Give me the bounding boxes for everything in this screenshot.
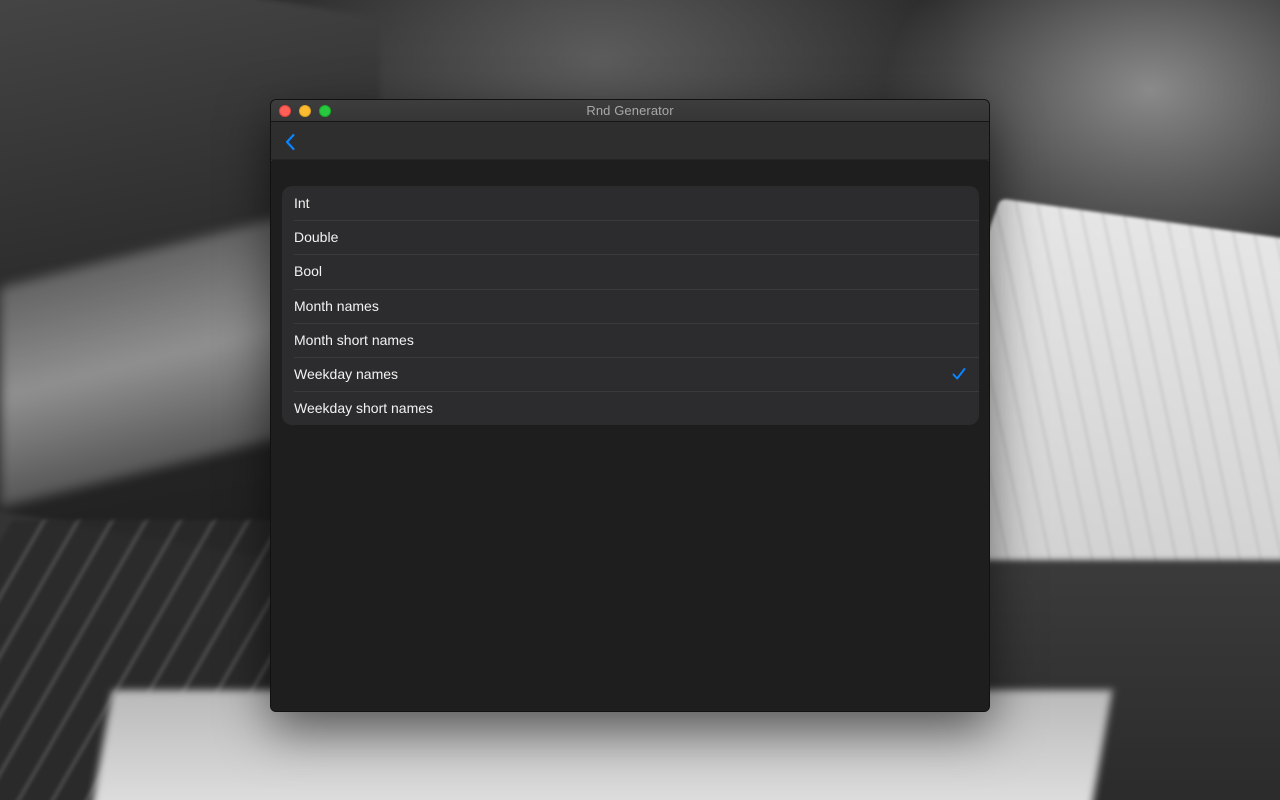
list-item[interactable]: Bool <box>282 254 979 288</box>
list-item[interactable]: Int <box>282 186 979 220</box>
app-window: Rnd Generator Int Double Bool Month names Mo… <box>270 99 990 712</box>
list-item[interactable]: Month names <box>282 288 979 323</box>
list-item-label: Bool <box>294 263 323 280</box>
back-button[interactable] <box>279 131 301 153</box>
main-content: Int Double Bool Month names Month short name… <box>271 161 989 711</box>
list-item-label: Int <box>294 195 310 212</box>
list-item-label: Month short names <box>294 331 414 348</box>
window-title: Rnd Generator <box>586 103 674 118</box>
title-bar[interactable]: Rnd Generator <box>271 100 989 122</box>
list-item-label: Double <box>294 229 339 246</box>
list-item-label: Month names <box>294 297 379 314</box>
generator-type-list: Int Double Bool Month names Month short name… <box>282 186 979 426</box>
list-item-label: Weekday short names <box>294 400 434 417</box>
list-item[interactable]: Month short names <box>282 322 979 357</box>
chevron-left-icon <box>285 133 295 151</box>
list-item[interactable]: Weekday names <box>282 356 979 391</box>
list-item[interactable]: Weekday short names <box>282 391 979 425</box>
list-item-label: Weekday names <box>294 366 399 383</box>
navigation-bar <box>271 122 989 160</box>
list-item[interactable]: Double <box>282 220 979 254</box>
checkmark-icon <box>951 366 967 382</box>
